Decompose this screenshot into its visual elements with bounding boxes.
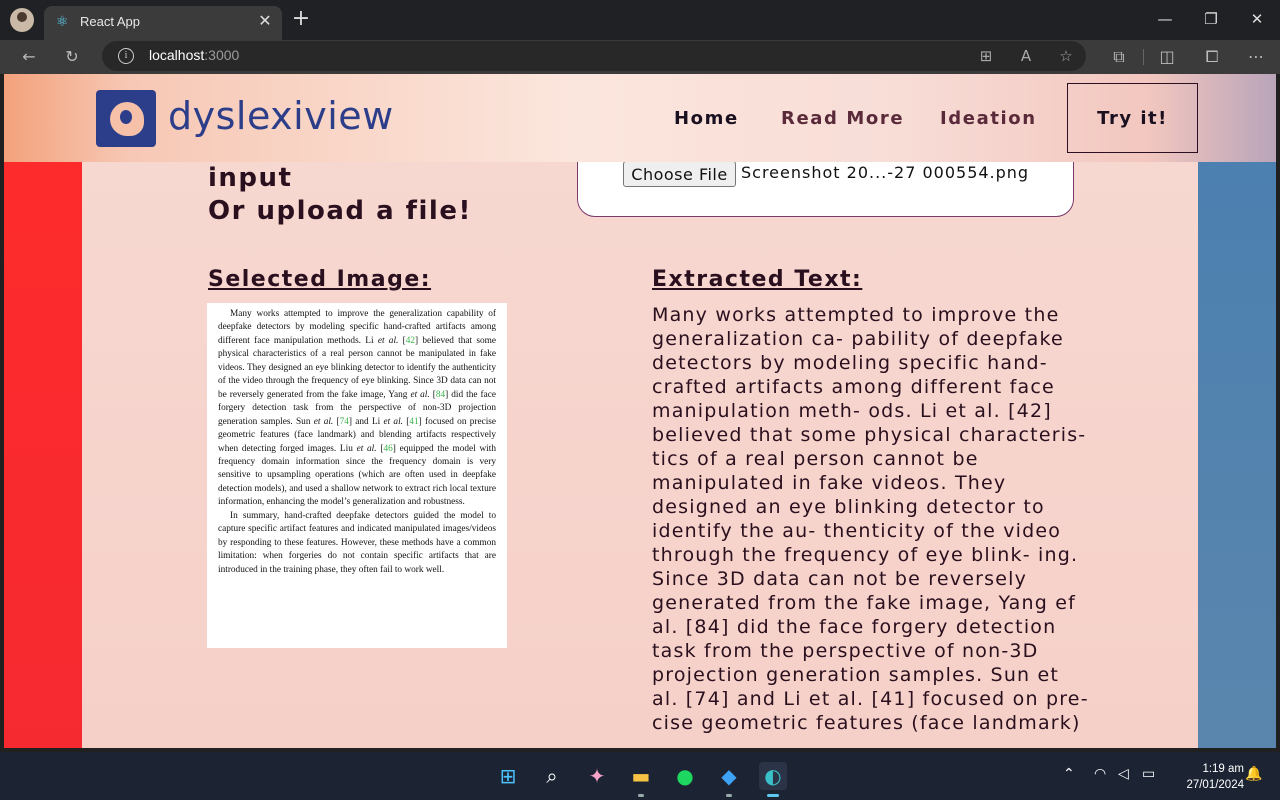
profile-avatar[interactable] bbox=[10, 8, 34, 32]
refresh-icon[interactable]: ↻ bbox=[59, 44, 85, 70]
citation-link[interactable]: 74 bbox=[340, 417, 349, 427]
split-screen-icon[interactable]: ◫ bbox=[1154, 44, 1180, 70]
paper-text: [ bbox=[398, 335, 406, 346]
try-it-button[interactable]: Try it! bbox=[1067, 83, 1198, 153]
extracted-text-title: Extracted Text: bbox=[652, 267, 863, 292]
selected-image: Many works attempted to improve the gene… bbox=[207, 303, 507, 648]
paper-text: et al. bbox=[313, 416, 334, 427]
brand-name[interactable]: dyslexiview bbox=[168, 94, 394, 138]
info-icon[interactable]: i bbox=[118, 48, 134, 64]
notification-bell-icon[interactable]: 🔔 bbox=[1245, 766, 1262, 782]
volume-icon[interactable]: ◁ bbox=[1118, 766, 1129, 782]
nav-read-more[interactable]: Read More bbox=[781, 108, 904, 129]
close-tab-icon[interactable]: ✕ bbox=[256, 12, 274, 30]
clock-date: 27/01/2024 bbox=[1186, 779, 1244, 791]
paper-text: ] and Li bbox=[348, 416, 384, 427]
search-icon[interactable]: ⌕ bbox=[538, 762, 566, 790]
choose-file-button[interactable]: Choose File bbox=[623, 161, 736, 187]
clock-time: 1:19 am bbox=[1202, 763, 1244, 775]
paper-paragraph-2: In summary, hand-crafted deepfake detect… bbox=[218, 510, 496, 575]
nav-home[interactable]: Home bbox=[674, 108, 739, 129]
spotify-icon[interactable]: ● bbox=[671, 762, 699, 790]
browser-toolbar: ← ↻ i localhost:3000 ⊞ A ☆ ⧉ ◫ ⧠ ⋯ bbox=[0, 40, 1280, 74]
address-bar[interactable]: i localhost:3000 ⊞ A ☆ bbox=[102, 41, 1086, 71]
site-header: dyslexiview Home Read More Ideation Try … bbox=[4, 74, 1276, 162]
logo-icon bbox=[110, 102, 144, 136]
citation-link[interactable]: 41 bbox=[409, 417, 418, 427]
back-icon[interactable]: ← bbox=[16, 44, 42, 70]
battery-icon[interactable]: ▭ bbox=[1142, 766, 1155, 782]
paper-text: et al. bbox=[356, 443, 377, 454]
file-explorer-icon[interactable]: ▬ bbox=[627, 762, 655, 790]
taskbar: ⊞ ⌕ ✦ ▬ ● ◆ ◐ ⌃ ◠ ◁ ▭ 1:19 am 27/01/2024… bbox=[0, 752, 1280, 800]
citation-link[interactable]: 42 bbox=[406, 336, 415, 346]
more-icon[interactable]: ⋯ bbox=[1243, 44, 1269, 70]
extensions-icon[interactable]: ⧉ bbox=[1106, 44, 1132, 70]
running-indicator bbox=[726, 794, 732, 797]
browser-titlebar: ⚛ React App ✕ + — ❐ ✕ bbox=[0, 0, 1280, 40]
left-accent-strip bbox=[4, 74, 82, 748]
running-indicator bbox=[638, 794, 644, 797]
restore-icon[interactable]: ❐ bbox=[1196, 6, 1226, 32]
right-accent-strip bbox=[1198, 74, 1276, 748]
upload-prompt: input Or upload a file! bbox=[208, 162, 472, 228]
url-text[interactable]: localhost:3000 bbox=[149, 47, 239, 63]
upload-prompt-line2: Or upload a file! bbox=[208, 196, 472, 226]
active-indicator bbox=[767, 794, 779, 797]
citation-link[interactable]: 46 bbox=[383, 444, 392, 454]
favorite-star-icon[interactable]: ☆ bbox=[1054, 44, 1078, 68]
edge-icon[interactable]: ◐ bbox=[759, 762, 787, 790]
read-aloud-icon[interactable]: A bbox=[1014, 44, 1038, 68]
clock[interactable]: 1:19 am 27/01/2024 bbox=[1172, 761, 1244, 793]
chevron-up-icon[interactable]: ⌃ bbox=[1063, 766, 1075, 782]
browser-tab[interactable]: ⚛ React App ✕ bbox=[44, 6, 282, 40]
paper-text: et al. bbox=[410, 389, 430, 400]
react-icon: ⚛ bbox=[56, 14, 69, 30]
windows-start-icon[interactable]: ⊞ bbox=[494, 762, 522, 790]
selected-image-title: Selected Image: bbox=[208, 267, 432, 292]
collections-icon[interactable]: ⧠ bbox=[1199, 44, 1225, 70]
tab-title: React App bbox=[80, 14, 140, 29]
vscode-icon[interactable]: ◆ bbox=[715, 762, 743, 790]
nav-ideation[interactable]: Ideation bbox=[940, 108, 1037, 129]
minimize-icon[interactable]: — bbox=[1150, 6, 1180, 32]
toolbar-divider bbox=[1143, 49, 1144, 65]
copilot-icon[interactable]: ✦ bbox=[583, 762, 611, 790]
extracted-text: Many works attempted to improve the gene… bbox=[652, 304, 1089, 734]
page-viewport: input Or upload a file! Choose File Scre… bbox=[4, 74, 1276, 748]
logo[interactable] bbox=[96, 90, 156, 147]
apps-icon[interactable]: ⊞ bbox=[974, 44, 998, 68]
new-tab-icon[interactable]: + bbox=[290, 8, 312, 30]
citation-link[interactable]: 84 bbox=[436, 390, 445, 400]
selected-file-name: Screenshot 20...-27 000554.png bbox=[741, 163, 1030, 182]
wifi-icon[interactable]: ◠ bbox=[1094, 766, 1106, 782]
paper-text: et al. bbox=[383, 416, 403, 427]
paper-text: et al. bbox=[377, 335, 399, 346]
upload-prompt-line1: input bbox=[208, 163, 293, 193]
close-window-icon[interactable]: ✕ bbox=[1242, 6, 1272, 32]
paper-paragraph-1: Many works attempted to improve the gene… bbox=[218, 308, 496, 510]
